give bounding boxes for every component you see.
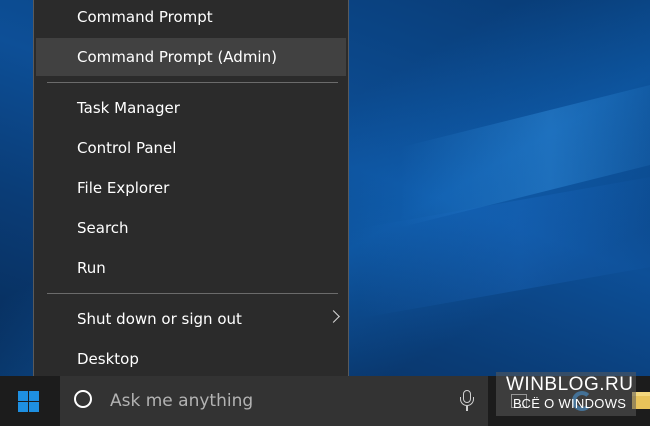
menu-item-label: Command Prompt (Admin) (77, 48, 277, 66)
menu-item-command-prompt-admin[interactable]: Command Prompt (Admin) (36, 38, 346, 76)
menu-item-control-panel[interactable]: Control Panel (36, 129, 346, 167)
chevron-right-icon (327, 310, 340, 323)
microphone-icon[interactable] (460, 390, 474, 412)
menu-item-label: Search (77, 219, 129, 237)
menu-item-file-explorer[interactable]: File Explorer (36, 169, 346, 207)
cortana-icon (74, 390, 92, 408)
menu-item-label: Command Prompt (77, 8, 213, 26)
menu-item-label: Task Manager (77, 99, 180, 117)
cortana-search-box[interactable]: Ask me anything (60, 376, 488, 426)
menu-item-label: Desktop (77, 350, 139, 368)
watermark: WINBLOG.RU ВСЁ О WINDOWS (496, 372, 636, 416)
start-button[interactable] (0, 376, 58, 426)
menu-item-label: Run (77, 259, 106, 277)
winx-context-menu: Command Prompt Command Prompt (Admin) Ta… (33, 0, 349, 386)
menu-item-label: Control Panel (77, 139, 177, 157)
menu-item-shut-down-or-sign-out[interactable]: Shut down or sign out (36, 300, 346, 338)
menu-item-command-prompt[interactable]: Command Prompt (36, 0, 346, 36)
menu-separator (47, 82, 338, 83)
windows-start-icon (18, 391, 39, 412)
menu-item-run[interactable]: Run (36, 249, 346, 287)
watermark-title: WINBLOG.RU (506, 374, 634, 395)
menu-item-label: File Explorer (77, 179, 170, 197)
search-placeholder: Ask me anything (110, 391, 254, 411)
watermark-subtitle: ВСЁ О WINDOWS (513, 396, 627, 411)
menu-item-task-manager[interactable]: Task Manager (36, 89, 346, 127)
menu-item-label: Shut down or sign out (77, 310, 242, 328)
menu-separator (47, 293, 338, 294)
menu-item-search[interactable]: Search (36, 209, 346, 247)
menu-item-desktop[interactable]: Desktop (36, 340, 346, 378)
